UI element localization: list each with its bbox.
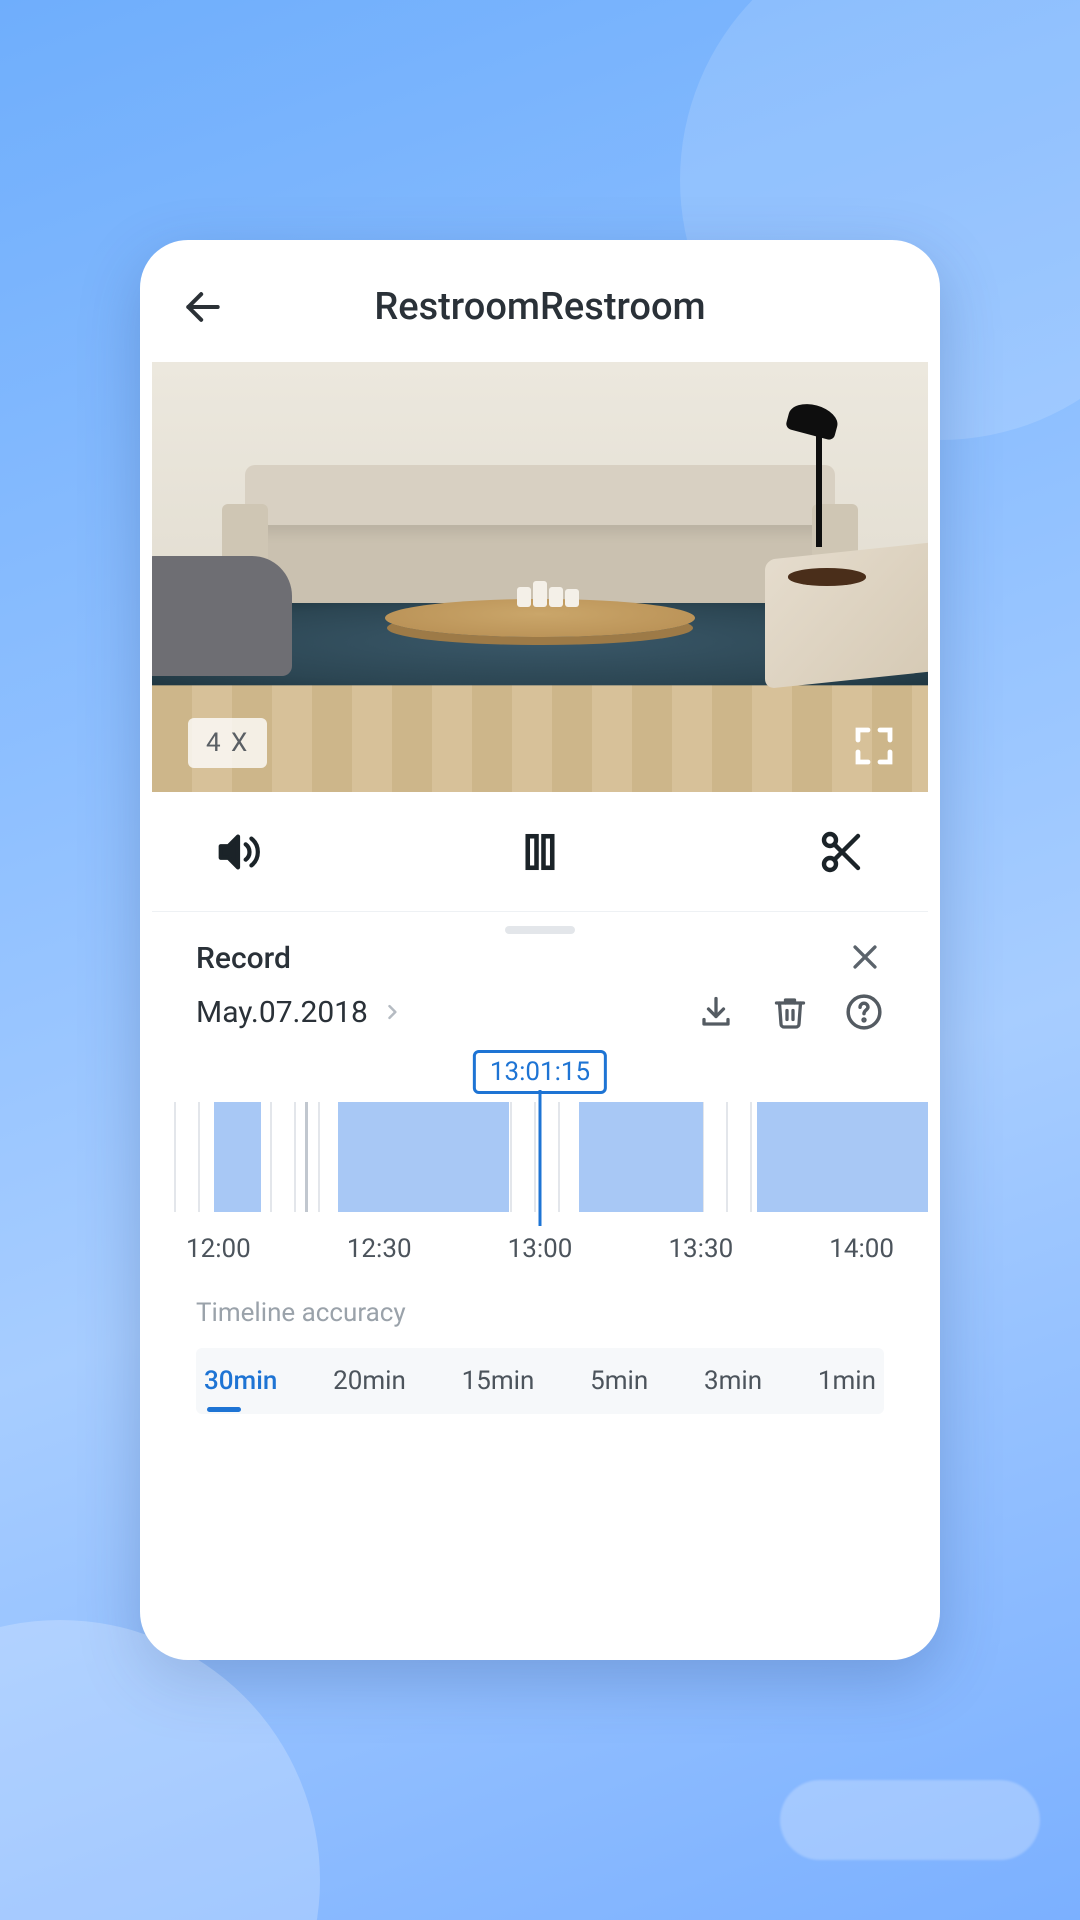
- zoom-level-badge[interactable]: 4 X: [188, 718, 267, 768]
- delete-button[interactable]: [770, 992, 810, 1032]
- timeline-tick-label: 12:00: [186, 1234, 251, 1274]
- video-placeholder-scene: [152, 362, 928, 792]
- help-button[interactable]: [844, 992, 884, 1032]
- record-date-row: May.07.2018: [152, 986, 928, 1046]
- trash-icon: [772, 994, 808, 1030]
- sound-icon: [215, 829, 261, 875]
- timeline-accuracy-options: 30min 20min 15min 5min 3min 1min: [196, 1348, 884, 1414]
- sound-button[interactable]: [212, 826, 264, 878]
- sheet-drag-handle[interactable]: [152, 912, 928, 938]
- promo-background: RestroomRestroom: [0, 0, 1080, 1920]
- chevron-right-icon: [382, 998, 402, 1026]
- recording-timeline[interactable]: 13:01:15 12:00 12:30 13:00 13:30 14:00: [152, 1050, 928, 1280]
- close-icon: [848, 940, 882, 974]
- decorative-pill: [780, 1780, 1040, 1860]
- date-picker[interactable]: May.07.2018: [196, 995, 402, 1030]
- current-playhead-time: 13:01:15: [473, 1050, 607, 1094]
- playhead-line: [539, 1090, 542, 1226]
- download-button[interactable]: [696, 992, 736, 1032]
- accuracy-option-20min[interactable]: 20min: [327, 1358, 412, 1404]
- accuracy-option-15min[interactable]: 15min: [456, 1358, 541, 1404]
- timeline-accuracy-section: Timeline accuracy 30min 20min 15min 5min 3mi…: [152, 1280, 928, 1414]
- record-header-row: Record: [152, 938, 928, 986]
- accuracy-option-3min[interactable]: 3min: [698, 1358, 768, 1404]
- app-header: RestroomRestroom: [152, 252, 928, 362]
- scissors-icon: [818, 828, 866, 876]
- app-screen: RestroomRestroom: [152, 252, 928, 1648]
- timeline-recorded-segment[interactable]: [214, 1102, 261, 1212]
- pause-button[interactable]: [514, 826, 566, 878]
- camera-video-view[interactable]: 4 X: [152, 362, 928, 792]
- close-record-panel-button[interactable]: [848, 940, 884, 976]
- timeline-tick-label: 13:00: [508, 1234, 573, 1274]
- fullscreen-icon: [850, 722, 898, 770]
- phone-frame: RestroomRestroom: [140, 240, 940, 1660]
- accuracy-option-5min[interactable]: 5min: [584, 1358, 654, 1404]
- accuracy-option-1min[interactable]: 1min: [812, 1358, 882, 1404]
- timeline-recorded-segment[interactable]: [338, 1102, 509, 1212]
- fullscreen-button[interactable]: [850, 722, 898, 770]
- page-title: RestroomRestroom: [176, 285, 904, 329]
- pause-icon: [519, 831, 561, 873]
- record-actions: [696, 992, 884, 1032]
- timeline-tick-label: 13:30: [668, 1234, 733, 1274]
- timeline-accuracy-title: Timeline accuracy: [196, 1298, 884, 1328]
- playback-controls: [152, 792, 928, 912]
- accuracy-option-30min[interactable]: 30min: [198, 1358, 283, 1404]
- download-icon: [698, 994, 734, 1030]
- timeline-recorded-segment[interactable]: [579, 1102, 703, 1212]
- clip-button[interactable]: [816, 826, 868, 878]
- timeline-tick-label: 14:00: [829, 1234, 894, 1274]
- help-icon: [845, 993, 883, 1031]
- timeline-recorded-segment[interactable]: [757, 1102, 928, 1212]
- timeline-tick-label: 12:30: [347, 1234, 412, 1274]
- record-date-label: May.07.2018: [196, 995, 368, 1030]
- timeline-tick-labels: 12:00 12:30 13:00 13:30 14:00: [152, 1234, 928, 1274]
- record-section-label: Record: [196, 941, 291, 976]
